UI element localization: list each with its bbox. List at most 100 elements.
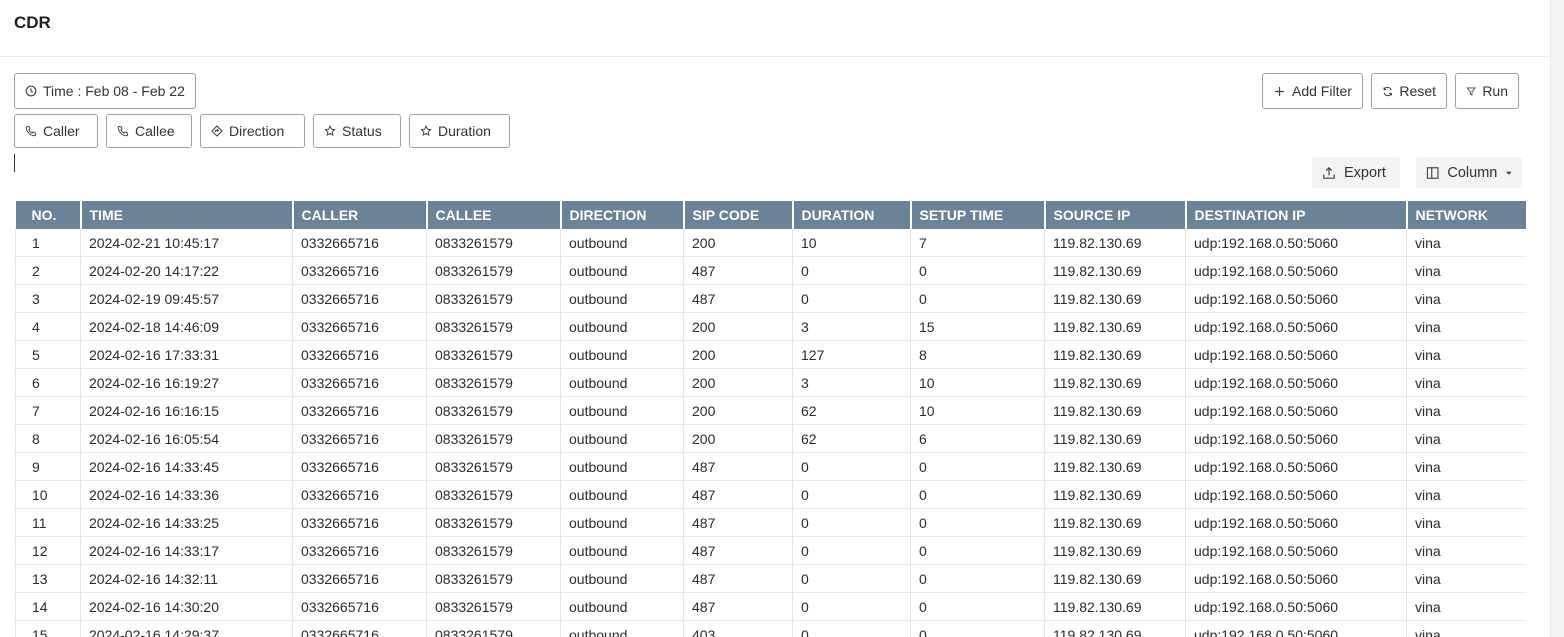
- table-cell: 119.82.130.69: [1044, 620, 1186, 637]
- table-cell: udp:192.168.0.50:5060: [1185, 480, 1407, 509]
- table-cell: 2: [15, 256, 81, 285]
- table-cell: 0332665716: [292, 536, 427, 565]
- table-row[interactable]: 7 2024-02-16 16:16:15 0332665716 0833261579…: [15, 396, 1526, 425]
- table-cell: vina: [1406, 312, 1526, 341]
- page-title: CDR: [14, 13, 51, 32]
- refresh-icon: [1383, 86, 1392, 96]
- column-header[interactable]: TIME: [80, 201, 294, 229]
- cdr-table-container[interactable]: NO. TIME CALLER CALLEE DIRECTION SIP CODE DURA…: [15, 201, 1526, 637]
- table-cell: 0332665716: [292, 284, 427, 313]
- table-cell: 62: [792, 424, 911, 453]
- table-cell: 7: [15, 396, 81, 425]
- table-row[interactable]: 1 2024-02-21 10:45:17 0332665716 0833261579…: [15, 229, 1526, 257]
- table-cell: 10: [910, 368, 1045, 397]
- table-cell: vina: [1406, 256, 1526, 285]
- table-cell: vina: [1406, 620, 1526, 637]
- table-cell: 2024-02-16 16:05:54: [80, 424, 293, 453]
- table-cell: vina: [1406, 508, 1526, 537]
- table-cell: 0: [792, 564, 911, 593]
- table-cell: 2024-02-16 16:16:15: [80, 396, 293, 425]
- caller-filter-chip[interactable]: Caller: [14, 114, 98, 148]
- table-row[interactable]: 9 2024-02-16 14:33:45 0332665716 0833261579…: [15, 452, 1526, 481]
- reset-label: Reset: [1399, 83, 1436, 99]
- column-header[interactable]: DESTINATION IP: [1185, 201, 1408, 229]
- table-cell: 0833261579: [426, 256, 561, 285]
- table-cell: udp:192.168.0.50:5060: [1185, 620, 1407, 637]
- column-header[interactable]: DURATION: [792, 201, 912, 229]
- table-cell: 0: [910, 536, 1045, 565]
- page-header: CDR: [0, 0, 1550, 57]
- table-cell: udp:192.168.0.50:5060: [1185, 256, 1407, 285]
- table-cell: 119.82.130.69: [1044, 396, 1186, 425]
- table-cell: 0: [792, 536, 911, 565]
- table-cell: 4: [15, 312, 81, 341]
- table-cell: 1: [15, 229, 81, 257]
- table-row[interactable]: 12 2024-02-16 14:33:17 0332665716 083326157…: [15, 536, 1526, 565]
- table-row[interactable]: 10 2024-02-16 14:33:36 0332665716 083326157…: [15, 480, 1526, 509]
- add-filter-button[interactable]: Add Filter: [1262, 73, 1363, 109]
- table-cell: 10: [792, 229, 911, 257]
- table-cell: 0332665716: [292, 592, 427, 621]
- table-row[interactable]: 15 2024-02-16 14:29:37 0332665716 083326157…: [15, 620, 1526, 637]
- export-label: Export: [1344, 164, 1386, 181]
- table-cell: udp:192.168.0.50:5060: [1185, 284, 1407, 313]
- table-cell: 0: [792, 256, 911, 285]
- column-header[interactable]: SOURCE IP: [1044, 201, 1187, 229]
- table-row[interactable]: 8 2024-02-16 16:05:54 0332665716 0833261579…: [15, 424, 1526, 453]
- table-row[interactable]: 14 2024-02-16 14:30:20 0332665716 083326157…: [15, 592, 1526, 621]
- table-cell: 15: [910, 312, 1045, 341]
- clock-icon: [25, 85, 37, 97]
- phone-icon: [25, 125, 37, 137]
- table-cell: udp:192.168.0.50:5060: [1185, 564, 1407, 593]
- table-row[interactable]: 2 2024-02-20 14:17:22 0332665716 0833261579…: [15, 256, 1526, 285]
- scrollbar[interactable]: [1550, 0, 1564, 637]
- table-cell: 0332665716: [292, 396, 427, 425]
- table-cell: 0332665716: [292, 452, 427, 481]
- table-cell: vina: [1406, 340, 1526, 369]
- table-cell: udp:192.168.0.50:5060: [1185, 312, 1407, 341]
- table-cell: outbound: [560, 424, 684, 453]
- table-cell: 200: [683, 424, 793, 453]
- duration-filter-chip[interactable]: Duration: [409, 114, 510, 148]
- status-filter-chip[interactable]: Status: [313, 114, 401, 148]
- table-row[interactable]: 5 2024-02-16 17:33:31 0332665716 0833261579…: [15, 340, 1526, 369]
- table-row[interactable]: 4 2024-02-18 14:46:09 0332665716 0833261579…: [15, 312, 1526, 341]
- column-header[interactable]: DIRECTION: [560, 201, 685, 229]
- run-button[interactable]: Run: [1455, 73, 1519, 109]
- table-cell: 0833261579: [426, 368, 561, 397]
- table-cell: udp:192.168.0.50:5060: [1185, 396, 1407, 425]
- table-cell: udp:192.168.0.50:5060: [1185, 536, 1407, 565]
- table-cell: 2024-02-16 14:33:36: [80, 480, 293, 509]
- table-cell: 11: [15, 508, 81, 537]
- run-label: Run: [1482, 83, 1508, 99]
- table-cell: 0833261579: [426, 312, 561, 341]
- table-cell: outbound: [560, 368, 684, 397]
- table-cell: 0833261579: [426, 452, 561, 481]
- table-cell: 8: [910, 340, 1045, 369]
- table-cell: 0: [910, 452, 1045, 481]
- table-cell: 0: [910, 508, 1045, 537]
- column-header[interactable]: CALLER: [292, 201, 428, 229]
- reset-button[interactable]: Reset: [1371, 73, 1447, 109]
- table-cell: 0833261579: [426, 424, 561, 453]
- table-cell: 487: [683, 564, 793, 593]
- direction-filter-chip[interactable]: Direction: [200, 114, 305, 148]
- column-button[interactable]: Column: [1416, 157, 1523, 188]
- table-cell: 200: [683, 368, 793, 397]
- export-button[interactable]: Export: [1312, 157, 1400, 188]
- table-row[interactable]: 6 2024-02-16 16:19:27 0332665716 0833261579…: [15, 368, 1526, 397]
- column-header[interactable]: CALLEE: [426, 201, 562, 229]
- table-cell: outbound: [560, 340, 684, 369]
- table-row[interactable]: 11 2024-02-16 14:33:25 0332665716 083326157…: [15, 508, 1526, 537]
- table-cell: 15: [15, 620, 81, 637]
- callee-filter-chip[interactable]: Callee: [106, 114, 192, 148]
- table-row[interactable]: 13 2024-02-16 14:32:11 0332665716 083326157…: [15, 564, 1526, 593]
- table-cell: 9: [15, 452, 81, 481]
- table-cell: 0833261579: [426, 229, 561, 257]
- column-header[interactable]: NO.: [15, 201, 82, 229]
- column-header[interactable]: SETUP TIME: [910, 201, 1046, 229]
- column-header[interactable]: NETWORK: [1406, 201, 1526, 229]
- time-filter-chip[interactable]: Time : Feb 08 - Feb 22: [14, 73, 196, 109]
- column-header[interactable]: SIP CODE: [683, 201, 794, 229]
- table-row[interactable]: 3 2024-02-19 09:45:57 0332665716 0833261579…: [15, 284, 1526, 313]
